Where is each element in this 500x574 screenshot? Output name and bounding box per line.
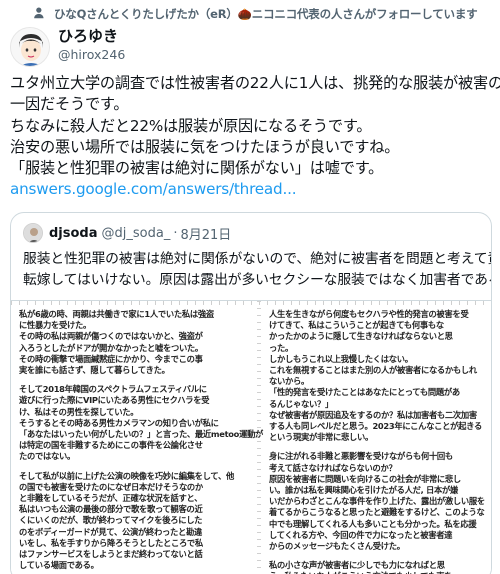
image-text-line: った。 [269, 342, 293, 353]
tweet-link[interactable]: answers.google.com/answers/thread... [10, 179, 494, 200]
image-text-line: 私はいつも公演の最後の部分で歌を歌って観客の近 [19, 504, 203, 515]
image-text-line: と非難をしているそうだが、正確な状況を話すと、 [19, 493, 203, 504]
author-handle[interactable]: @hirox246 [58, 46, 125, 64]
social-context-text: ひなQさんとくりたしげたか（eR）🌰ニコニコ代表の人さんがフォローしています [54, 7, 478, 21]
image-text-line: なぜ被害者が原因追及をするのか？私は加害者も二次加害 [269, 409, 477, 420]
image-text-line: は特定の国を非難するためにこの事件を公論化させ [19, 440, 203, 451]
image-text-line: ないから。 [269, 376, 309, 387]
quote-author-handle[interactable]: @dj_soda_ [102, 226, 171, 241]
quote-header: djsoda @dj_soda_ · 8月21日 [23, 223, 231, 243]
quote-avatar[interactable] [23, 223, 43, 243]
image-text-line: 私の小さな声が被害者に少しでも力になればと思 [269, 560, 445, 571]
image-text-line: いをし、私を手すりから降ろそうとしたところで私 [19, 537, 203, 548]
image-paragraph: 私の小さな声が被害者に少しでも力になればと思う。私みたいな人がこういう方法でも少… [269, 560, 489, 574]
image-text-line: している場面である。 [19, 560, 99, 571]
author-avatar[interactable] [10, 27, 50, 67]
quote-line: 転嫁してはいけない。原因は露出が多いセクシーな服装ではなく加害者である。 [23, 271, 492, 288]
tweet-line: 一因だそうです。 [10, 95, 129, 114]
image-paragraph: そして2018年韓国のスペクトラムフェスティバルに 遊びに行った際にVIPにいたあ… [19, 384, 264, 462]
image-text-line: の国でも被害を受けたのになぜ日本だけそうなのか [19, 481, 203, 492]
image-text-line: いだからわざとこんな事件を作り上げた、露出が激しい服を [269, 496, 485, 507]
image-border [11, 301, 491, 305]
user-follow-icon [34, 7, 44, 19]
quote-tweet[interactable]: djsoda @dj_soda_ · 8月21日 服装と性犯罪の被害は絶対に関係… [10, 212, 492, 574]
image-text-line: してくれる方や、今回の件で力になったと被害者達 [269, 529, 453, 540]
image-text-line: そして2018年韓国のスペクトラムフェスティバルに [19, 384, 207, 395]
image-text-line: 実を誰にも話さず、隠して暮らしてきた。 [19, 365, 170, 376]
image-text-line: 着てるからこうなると思ったと避難をするけど、このような [269, 507, 485, 518]
image-text-line: 入ろうとしたがドアが開かなかったと嘘をついた。 [19, 342, 203, 353]
author-name[interactable]: ひろゆき [58, 26, 125, 46]
image-text-line: 私が6歳の時、両親は共働きで家に1人でいた私は強盗 [19, 309, 214, 319]
social-context[interactable]: ひなQさんとくりたしげたか（eR）🌰ニコニコ代表の人さんがフォローしています [0, 4, 500, 24]
image-text-line: 原因を被害者に問題いを向けるこの社会が非常に悲し [269, 473, 461, 484]
image-text-line: その時の衝撃で場面緘黙症にかかり、今までこの事 [19, 353, 203, 364]
image-left-column: 私が6歳の時、両親は共働きで家に1人でいた私は強盗 に性暴力を受けた。 その時の私は… [19, 309, 264, 574]
image-text-line: 「性的発言を受けたことはあなたにとっても問題があ [269, 387, 460, 398]
image-text-line: い。誰かは私を興味関心を引けたがる人だ, 日本が嫌 [269, 485, 459, 496]
quote-avatar-icon [24, 224, 42, 242]
image-text-line: けてきて、私はこういうことが起きても何事もな [269, 320, 444, 331]
image-text-line: その時の私は両親が傷つくのではないかと、強盗が [19, 331, 203, 342]
quote-date[interactable]: 8月21日 [180, 224, 231, 243]
tweet-text: ユタ州立大学の調査では性被害者の22人に1人は、挑発的な服装が被害の 一因だそう… [10, 73, 500, 201]
image-text-line: する人も同レベルだと思う。2023年にこんなことが起きる [269, 421, 482, 432]
image-text-line: 考えて話さなければならないのか？ [269, 462, 397, 473]
image-text-line: これを無視することはまた別の人が被害者になるかもしれ [269, 365, 477, 376]
image-text-line: という現実が非常に悲しい。 [269, 432, 373, 443]
image-text-line: そうするとその時ある男性カメラマンの知り合いが私に [19, 417, 219, 428]
author-block[interactable]: ひろゆき @hirox246 [58, 26, 125, 64]
quote-text: 服装と性犯罪の被害は絶対に関係がないので、絶対に被害者を問題と考えて責任 転嫁し… [23, 249, 492, 290]
image-text-line: 遊びに行った際にVIPにいたある男性にセクハラを受 [19, 395, 210, 406]
image-column-divider [257, 301, 261, 574]
tweet-line: 治安の悪い場所では服装に気をつけたほうが良いですね。 [10, 137, 400, 156]
image-text-line: 「あなたはいったい何がしたいの？」と言った、最近metoo運動が [19, 429, 264, 440]
avatar-face-icon [11, 28, 49, 66]
image-text-line: に性暴力を受けた。 [19, 320, 91, 331]
image-text-line: るんじゃない？」 [269, 398, 333, 409]
quote-author-name[interactable]: djsoda [49, 226, 98, 241]
image-text-line: しかしもうこれ以上我慢したくはない。 [269, 353, 413, 364]
quote-image[interactable]: 私が6歳の時、両親は共働きで家に1人でいた私は強盗 に性暴力を受けた。 その時の私は… [11, 300, 491, 574]
image-paragraph: 人生を生きながら何度もセクハラや性的発言の被害を受 けてきて、私はこういうことが起… [269, 309, 489, 443]
tweet-line: 「服装と性犯罪の被害は絶対に関係がない」は嘘です。 [10, 159, 384, 178]
image-paragraph: 私が6歳の時、両親は共働きで家に1人でいた私は強盗 に性暴力を受けた。 その時の私は… [19, 309, 249, 376]
image-text-line: 中でも理解してくれる人も多いことも分かった。私を応援 [269, 518, 477, 529]
image-text-line: 人生を生きながら何度もセクハラや性的発言の被害を受 [269, 309, 469, 319]
image-text-line: くにいくのだが、歌が終わってマイクを後ろにした [19, 515, 203, 526]
image-paragraph: そして私が以前に上げた公演の映像を巧妙に編集をして、他 の国でも被害を受けたのにな… [19, 471, 249, 572]
quote-separator: · [173, 225, 178, 241]
image-text-line: からのメッセージもたくさん受けた。 [269, 541, 405, 552]
image-paragraph: 身に注がれる非難と悪影響を受けながらも何十回も 考えて話さなければならないのか？原… [269, 451, 489, 552]
image-text-line: け、私はその男性を探していた。 [19, 406, 139, 417]
image-right-column: 人生を生きながら何度もセクハラや性的発言の被害を受 けてきて、私はこういうことが起… [269, 309, 489, 574]
tweet-line: ちなみに殺人だと22%は服装が原因になるそうです。 [10, 116, 372, 135]
tweet-line: ユタ州立大学の調査では性被害者の22人に1人は、挑発的な服装が被害の [10, 74, 500, 92]
image-text-line: そして私が以前に上げた公演の映像を巧妙に編集をして、他 [19, 470, 235, 481]
image-text-line: のをボディーガードが見て、公演が終わったと勘違 [19, 526, 202, 537]
image-text-line: はファンサービスをしようとまだ終わってないと話 [19, 549, 203, 560]
quote-line: 服装と性犯罪の被害は絶対に関係がないので、絶対に被害者を問題と考えて責任 [23, 251, 492, 267]
image-text-line: かったかのように隠して生きなければならないと思 [269, 331, 453, 342]
image-text-line: 身に注がれる非難と悪影響を受けながらも何十回も [269, 451, 453, 462]
image-text-line: たのではない。 [19, 451, 75, 462]
